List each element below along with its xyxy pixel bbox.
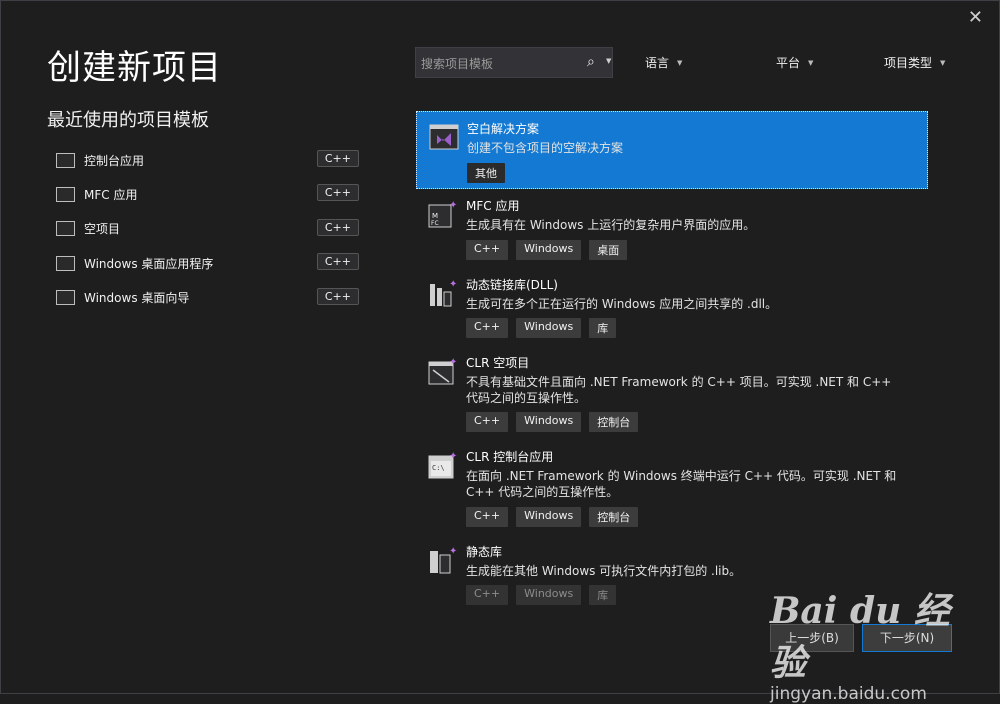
template-description: 生成具有在 Windows 上运行的复杂用户界面的应用。	[466, 218, 756, 232]
search-box[interactable]: ⌕ ▼	[415, 47, 613, 79]
template-tag: C++	[466, 585, 509, 606]
chevron-down-icon: ▼	[808, 59, 814, 67]
recent-item-label: 空项目	[84, 222, 121, 237]
recent-item[interactable]: 控制台应用 C++	[56, 143, 361, 177]
recent-templates-list: 控制台应用 C++ MFC 应用 C++ 空项目 C++ Windows 桌面应…	[56, 143, 361, 315]
visual-studio-solution-icon	[429, 124, 459, 150]
template-tag: C++	[466, 318, 509, 339]
language-filter-label: 语言	[645, 56, 670, 70]
template-item-clr-console[interactable]: C:\ ✦ CLR 控制台应用 在面向 .NET Framework 的 Win…	[416, 440, 928, 534]
template-tags: C++ Windows 控制台	[466, 412, 918, 433]
template-tag: 其他	[467, 162, 505, 183]
mfc-app-icon	[56, 187, 75, 203]
recent-item-label: Windows 桌面向导	[84, 291, 190, 306]
chevron-down-icon: ▼	[940, 59, 946, 67]
recent-item[interactable]: MFC 应用 C++	[56, 177, 361, 211]
template-tags: 其他	[467, 162, 917, 183]
empty-project-icon	[56, 221, 75, 237]
language-tag: C++	[316, 253, 359, 271]
chevron-down-icon: ▼	[677, 59, 683, 67]
language-tag: C++	[316, 150, 359, 167]
template-tag: 库	[589, 585, 617, 606]
template-tag: C++	[466, 506, 509, 527]
recent-item-label: MFC 应用	[84, 188, 138, 203]
language-tag: C++	[316, 287, 359, 305]
mfc-app-icon: M FC ✦	[428, 200, 457, 228]
svg-text:✦: ✦	[449, 451, 457, 462]
svg-text:C:\: C:\	[432, 464, 445, 472]
template-tags: C++ Windows 桌面	[466, 239, 918, 260]
svg-text:✦: ✦	[449, 546, 457, 557]
desktop-wizard-icon	[56, 290, 75, 306]
template-tags: C++ Windows 控制台	[466, 506, 918, 527]
recent-item[interactable]: Windows 桌面向导 C++	[56, 281, 361, 315]
template-title: CLR 空项目	[466, 356, 530, 371]
language-tag: C++	[316, 218, 359, 236]
close-icon[interactable]: ✕	[968, 7, 983, 28]
template-tag: 桌面	[589, 239, 628, 260]
template-description: 生成可在多个正在运行的 Windows 应用之间共享的 .dll。	[466, 296, 778, 311]
template-tags: C++ Windows 库	[466, 318, 918, 339]
template-item-dll[interactable]: ✦ 动态链接库(DLL) 生成可在多个正在运行的 Windows 应用之间共享的…	[416, 268, 928, 347]
recent-item-label: 控制台应用	[84, 153, 145, 168]
empty-project-icon: ✦	[428, 357, 457, 385]
project-type-filter-label: 项目类型	[884, 56, 933, 70]
template-item-mfc-app[interactable]: M FC ✦ MFC 应用 生成具有在 Windows 上运行的复杂用户界面的应…	[416, 189, 928, 268]
template-item-static-lib[interactable]: ✦ 静态库 生成能在其他 Windows 可执行文件内打包的 .lib。 C++…	[416, 535, 928, 614]
template-description: 在面向 .NET Framework 的 Windows 终端中运行 C++ 代…	[466, 469, 897, 499]
template-description: 生成能在其他 Windows 可执行文件内打包的 .lib。	[466, 563, 742, 578]
template-tag: Windows	[516, 318, 582, 339]
svg-text:✦: ✦	[449, 279, 457, 290]
recent-item[interactable]: 空项目 C++	[56, 212, 361, 246]
page-title: 创建新项目	[47, 48, 222, 88]
template-title: 空白解决方案	[467, 122, 540, 136]
static-library-icon: ✦	[430, 546, 457, 574]
template-list: 空白解决方案 创建不包含项目的空解决方案 其他 M FC ✦ MFC 应用 生成…	[416, 111, 928, 613]
svg-text:✦: ✦	[449, 357, 457, 368]
template-tag: Windows	[516, 412, 582, 433]
template-title: CLR 控制台应用	[466, 450, 554, 465]
template-tag: Windows	[516, 239, 582, 260]
template-title: 静态库	[466, 544, 503, 559]
platform-filter-label: 平台	[776, 56, 801, 70]
template-item-blank-solution[interactable]: 空白解决方案 创建不包含项目的空解决方案 其他	[416, 111, 928, 189]
template-tag: 库	[589, 318, 617, 339]
recent-item-label: Windows 桌面应用程序	[84, 256, 214, 271]
template-tag: Windows	[516, 506, 582, 527]
template-description: 创建不包含项目的空解决方案	[467, 141, 624, 155]
template-title: MFC 应用	[466, 199, 520, 213]
svg-text:M: M	[432, 212, 438, 220]
template-tag: 控制台	[589, 412, 639, 433]
language-tag: C++	[316, 184, 359, 202]
template-tag: 控制台	[589, 506, 639, 527]
template-tag: C++	[466, 239, 509, 260]
desktop-app-icon	[56, 255, 75, 271]
search-input[interactable]	[416, 48, 583, 79]
search-icon[interactable]: ⌕	[587, 54, 595, 70]
next-button[interactable]: 下一步(N)	[862, 624, 952, 652]
svg-text:✦: ✦	[449, 200, 457, 211]
template-tag: Windows	[516, 585, 582, 606]
back-button[interactable]: 上一步(B)	[770, 624, 854, 652]
console-app-icon	[56, 152, 75, 168]
console-app-icon: C:\ ✦	[428, 451, 457, 479]
project-type-filter[interactable]: 项目类型 ▼	[884, 54, 945, 71]
language-filter[interactable]: 语言 ▼	[645, 54, 682, 71]
dll-library-icon: ✦	[430, 279, 457, 307]
recent-item[interactable]: Windows 桌面应用程序 C++	[56, 246, 361, 280]
template-tag: C++	[466, 412, 509, 433]
template-item-clr-empty[interactable]: ✦ CLR 空项目 不具有基础文件且面向 .NET Framework 的 C+…	[416, 346, 928, 440]
svg-text:FC: FC	[431, 220, 439, 227]
platform-filter[interactable]: 平台 ▼	[776, 54, 813, 71]
template-tags: C++ Windows 库	[466, 585, 918, 606]
chevron-down-icon[interactable]: ▼	[606, 57, 611, 65]
template-description: 不具有基础文件且面向 .NET Framework 的 C++ 项目。可实现 .…	[466, 375, 892, 405]
template-title: 动态链接库(DLL)	[466, 277, 558, 292]
recent-templates-heading: 最近使用的项目模板	[47, 110, 209, 131]
